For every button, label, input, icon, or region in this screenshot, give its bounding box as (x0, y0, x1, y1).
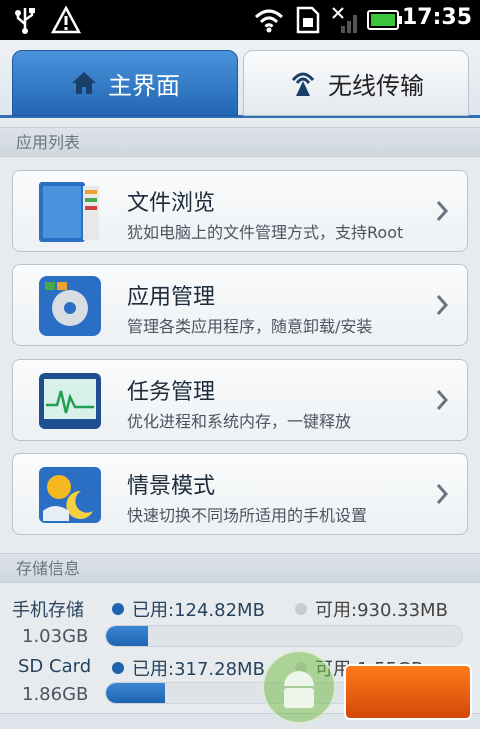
storage-section-header: 存储信息 (0, 553, 480, 583)
sd-card-total: 1.86GB (22, 684, 89, 705)
app-title: 文件浏览 (127, 191, 216, 216)
scene-mode-icon (35, 461, 105, 529)
used-dot-icon (112, 662, 124, 674)
site-watermark-logo (344, 664, 472, 720)
phone-storage-free: 可用:930.33MB (295, 596, 448, 622)
app-app-manager[interactable]: 应用管理 管理各类应用程序，随意卸载/安装 (12, 264, 468, 346)
usb-icon (12, 6, 38, 34)
warning-icon (50, 6, 82, 34)
phone-storage-total: 1.03GB (22, 626, 89, 647)
app-manager-icon (35, 272, 105, 340)
app-file-browser[interactable]: 文件浏览 犹如电脑上的文件管理方式，支持Root (12, 170, 468, 252)
home-icon (70, 70, 98, 96)
wireless-icon (288, 68, 318, 98)
phone-storage-label: 手机存储 (12, 600, 84, 621)
used-dot-icon (112, 603, 124, 615)
tab-main[interactable]: 主界面 (12, 50, 238, 116)
free-dot-icon (295, 603, 307, 615)
wifi-icon (252, 6, 286, 34)
app-desc: 快速切换不同场所适用的手机设置 (127, 506, 368, 525)
phone-storage-bar (105, 625, 463, 647)
app-title: 应用管理 (127, 285, 216, 310)
tab-main-label: 主界面 (108, 71, 180, 100)
chevron-right-icon (436, 484, 449, 504)
no-signal-icon (330, 6, 362, 34)
chevron-right-icon (436, 201, 449, 221)
file-browser-icon (35, 178, 105, 246)
sd-card-label: SD Card (18, 656, 92, 677)
phone-storage-used: 已用:124.82MB (112, 596, 265, 622)
chevron-right-icon (436, 390, 449, 410)
apps-section-header: 应用列表 (0, 127, 480, 157)
app-title: 情景模式 (127, 474, 216, 499)
sd-card-bar-fill (106, 683, 166, 703)
app-scene-mode[interactable]: 情景模式 快速切换不同场所适用的手机设置 (12, 453, 468, 535)
sd-card-used: 已用:317.28MB (112, 655, 265, 681)
sim-icon (293, 6, 323, 34)
app-desc: 管理各类应用程序，随意卸载/安装 (127, 317, 373, 336)
chevron-right-icon (436, 295, 449, 315)
task-manager-icon (35, 367, 105, 435)
android-watermark-icon (262, 650, 336, 724)
tab-wireless[interactable]: 无线传输 (243, 50, 469, 116)
status-bar: 17:35 (0, 0, 480, 40)
battery-icon (366, 6, 404, 34)
tab-wireless-label: 无线传输 (328, 71, 424, 100)
phone-storage-bar-fill (106, 626, 148, 646)
app-desc: 优化进程和系统内存，一键释放 (127, 412, 352, 431)
app-desc: 犹如电脑上的文件管理方式，支持Root (127, 223, 404, 242)
app-title: 任务管理 (127, 380, 216, 405)
app-task-manager[interactable]: 任务管理 优化进程和系统内存，一键释放 (12, 359, 468, 441)
tab-bar: 主界面 无线传输 (0, 40, 480, 118)
clock: 17:35 (401, 5, 472, 30)
